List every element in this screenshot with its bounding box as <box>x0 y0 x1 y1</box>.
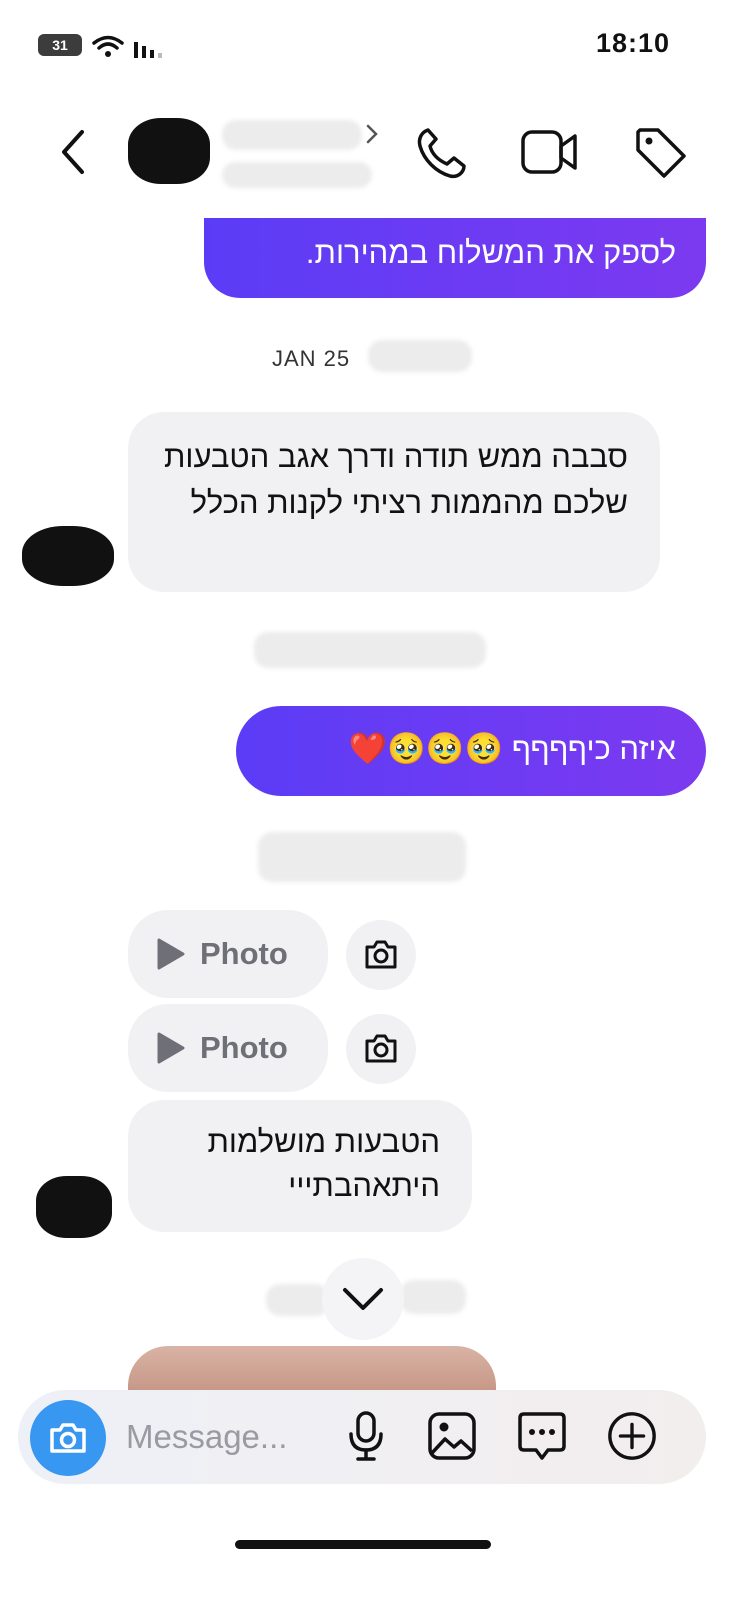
tag-icon[interactable] <box>632 124 688 180</box>
plus-circle-icon <box>608 1412 656 1460</box>
camera-icon <box>365 1034 397 1063</box>
more-button[interactable] <box>606 1410 658 1462</box>
incoming-message[interactable]: הטבעות מושלמות היתאהבתייי <box>128 1100 472 1232</box>
contact-name-redacted[interactable] <box>222 120 362 150</box>
image-message-thumbnail[interactable] <box>128 1346 496 1390</box>
phone-icon[interactable] <box>414 126 468 180</box>
image-icon <box>428 1412 476 1460</box>
date-redacted <box>368 340 472 372</box>
chat-header <box>0 100 738 220</box>
outgoing-message[interactable]: איזה כיףףףף 🥹🥹🥹❤️ <box>236 706 706 796</box>
sticker-button[interactable] <box>516 1410 568 1462</box>
photo-message[interactable]: Photo <box>128 1004 328 1092</box>
signal-icon <box>134 42 162 58</box>
outgoing-message[interactable]: לספק את המשלוח במהירות. <box>204 218 706 298</box>
date-separator: JAN 25 <box>272 346 351 371</box>
camera-icon <box>365 940 397 969</box>
scroll-to-bottom-button[interactable] <box>322 1258 404 1340</box>
status-time: 18:10 <box>596 28 671 58</box>
timestamp-redacted <box>400 1280 466 1314</box>
microphone-icon <box>349 1411 383 1461</box>
home-indicator <box>235 1540 491 1549</box>
message-input[interactable]: Message... <box>126 1418 287 1456</box>
battery-level: 31 <box>52 37 68 53</box>
chevron-down-icon <box>343 1288 383 1310</box>
message-text: לספק את המשלוח במהירות. <box>305 235 676 270</box>
microphone-button[interactable] <box>340 1410 392 1462</box>
camera-reply-button[interactable] <box>346 1014 416 1084</box>
battery-indicator: 31 <box>38 34 82 56</box>
message-composer: Message... <box>18 1390 706 1484</box>
timestamp-redacted <box>254 632 486 668</box>
avatar[interactable] <box>128 118 210 184</box>
chevron-right-icon[interactable] <box>366 124 378 144</box>
camera-reply-button[interactable] <box>346 920 416 990</box>
wifi-icon <box>92 35 124 57</box>
photo-label: Photo <box>200 1030 288 1065</box>
camera-button[interactable] <box>30 1400 106 1476</box>
incoming-message[interactable]: סבבה ממש תודה ודרך אגב הטבעות שלכם מהממו… <box>128 412 660 592</box>
message-text: סבבה ממש תודה ודרך אגב הטבעות שלכם מהממו… <box>164 439 628 520</box>
sender-avatar[interactable] <box>36 1176 112 1238</box>
video-camera-icon[interactable] <box>520 128 580 176</box>
timestamp-redacted <box>266 1284 330 1316</box>
message-text: איזה כיףףףף 🥹🥹🥹❤️ <box>348 731 676 766</box>
gallery-button[interactable] <box>426 1410 478 1462</box>
chat-bubble-icon <box>518 1412 566 1460</box>
play-icon <box>157 1032 185 1064</box>
contact-username-redacted <box>222 162 372 188</box>
back-chevron-icon[interactable] <box>58 128 88 176</box>
play-icon <box>157 938 185 970</box>
photo-message[interactable]: Photo <box>128 910 328 998</box>
camera-icon <box>50 1423 86 1453</box>
photo-label: Photo <box>200 936 288 971</box>
timestamp-redacted <box>258 832 466 882</box>
message-text: הטבעות מושלמות היתאהבתייי <box>207 1124 441 1203</box>
sender-avatar[interactable] <box>22 526 114 586</box>
